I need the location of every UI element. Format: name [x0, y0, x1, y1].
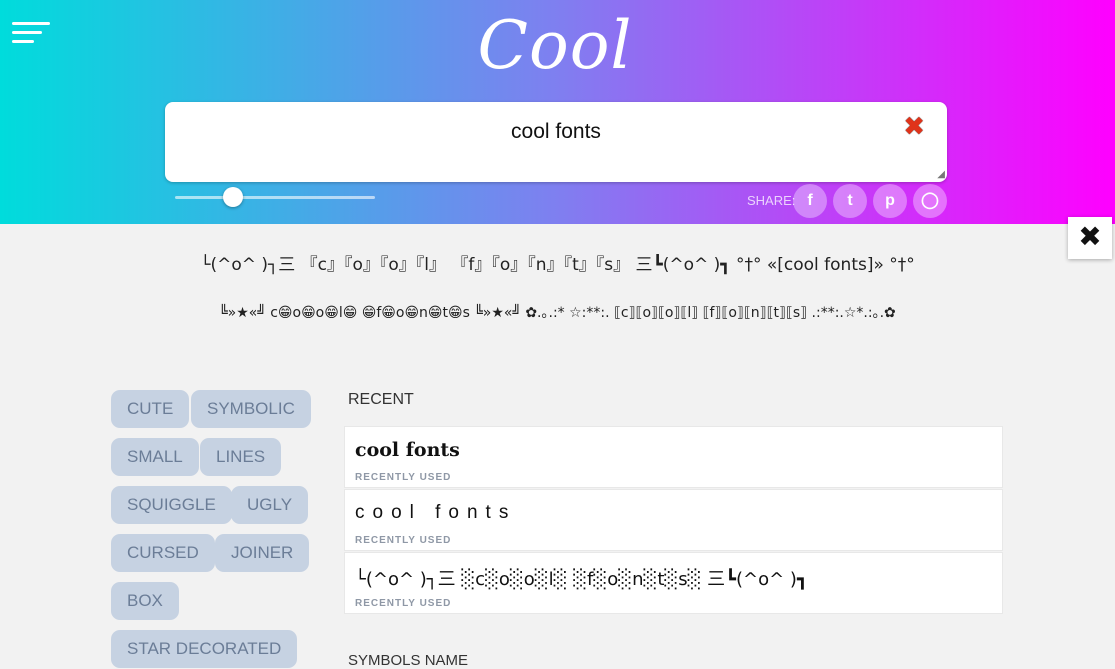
category-small[interactable]: SMALL	[111, 438, 199, 476]
recent-item[interactable]: cool fonts RECENTLY USED	[344, 426, 1003, 488]
category-cursed[interactable]: CURSED	[111, 534, 215, 572]
font-preview-1[interactable]: └(^o^ )┐三 『c』『o』『o』『l』 『f』『o』『n』『t』『s』 三…	[0, 250, 1115, 275]
recent-item-text: cool fonts	[355, 502, 517, 523]
category-squiggle[interactable]: SQUIGGLE	[111, 486, 232, 524]
recent-item[interactable]: cool fonts RECENTLY USED	[344, 489, 1003, 551]
category-ugly[interactable]: UGLY	[231, 486, 309, 524]
recent-item-text: cool fonts	[355, 439, 460, 461]
facebook-share-icon[interactable]: f	[793, 184, 827, 218]
text-input-field[interactable]: cool fonts ✖ ◢	[165, 102, 947, 182]
category-cute[interactable]: CUTE	[111, 390, 190, 428]
category-box[interactable]: BOX	[111, 582, 179, 620]
clear-input-icon[interactable]: ✖	[903, 112, 925, 142]
font-size-slider[interactable]	[175, 196, 375, 199]
whatsapp-share-icon[interactable]: ◯	[913, 184, 947, 218]
share-label: SHARE:	[747, 193, 796, 208]
header-banner: Cool Fonts cool fonts ✖ ◢ SHARE: f t p ◯	[0, 0, 1115, 224]
tumblr-share-icon[interactable]: t	[833, 184, 867, 218]
font-preview-2[interactable]: ╚»★«╝ c😁o😁o😁l😁 😁f😁o😁n😁t😁s ╚»★«╝ ✿.｡.:* ☆…	[0, 302, 1115, 322]
recent-item-text: └(^o^ )┐三 ░c░o░o░l░ ░f░o░n░t░s░ 三┗(^o^ )…	[355, 569, 808, 590]
recent-title: RECENT	[348, 391, 414, 408]
recent-item-label: RECENTLY USED	[355, 598, 452, 609]
input-value[interactable]: cool fonts	[165, 120, 947, 144]
recent-item[interactable]: └(^o^ )┐三 ░c░o░o░l░ ░f░o░n░t░s░ 三┗(^o^ )…	[344, 552, 1003, 614]
recent-item-label: RECENTLY USED	[355, 472, 452, 483]
recent-item-label: RECENTLY USED	[355, 535, 452, 546]
category-joiner[interactable]: JOINER	[215, 534, 310, 572]
symbols-name-title: SYMBOLS NAME	[348, 652, 469, 669]
hamburger-menu-icon[interactable]	[12, 20, 52, 46]
pinterest-share-icon[interactable]: p	[873, 184, 907, 218]
slider-handle[interactable]	[223, 187, 243, 207]
category-lines[interactable]: LINES	[200, 438, 282, 476]
category-star-decorated[interactable]: STAR DECORATED	[111, 630, 298, 668]
site-logo: Cool Fonts	[460, 7, 649, 172]
category-symbolic[interactable]: SYMBOLIC	[191, 390, 311, 428]
resize-handle-icon[interactable]: ◢	[937, 169, 945, 180]
